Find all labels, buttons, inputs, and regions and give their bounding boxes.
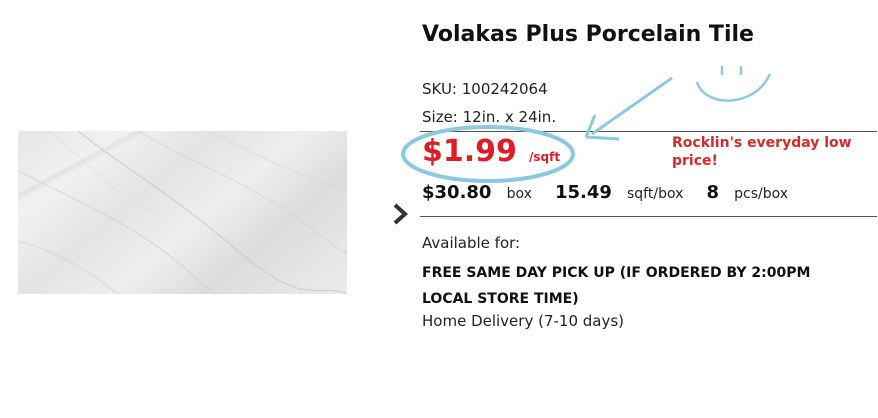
product-title: Volakas Plus Porcelain Tile [422,22,754,47]
availability-label: Available for: [422,234,521,252]
annotation-arrow-head-a [584,114,597,138]
box-price-unit: box [506,186,532,202]
sku-label: SKU: 100242064 [422,80,548,98]
sqft-per-box: 15.49 [554,182,612,203]
price-unit: /sqft [529,150,561,164]
box-price: $30.80 [422,182,492,203]
pcs-per-box-unit: pcs/box [734,186,789,202]
size-label: Size: 12in. x 24in. [422,108,557,126]
smiley-mouth [695,73,772,102]
annotation-text: Rocklin's everyday low price! [672,135,852,169]
divider-bottom [420,216,877,217]
price-value: $1.99 [422,134,517,169]
product-image [18,131,347,294]
sqft-per-box-unit: sqft/box [627,186,684,202]
annotation-arrow-line [591,76,673,136]
divider-top [420,131,877,132]
pcs-per-box: 8 [706,182,720,203]
pickup-option: FREE SAME DAY PICK UP (IF ORDERED BY 2:0… [422,265,811,307]
box-info-row: $30.80 box 15.49 sqft/box 8 pcs/box [422,182,788,203]
annotation-arrow-head-b [585,135,620,141]
delivery-option: Home Delivery (7-10 days) [422,312,625,330]
chevron-right-icon[interactable] [390,201,412,227]
